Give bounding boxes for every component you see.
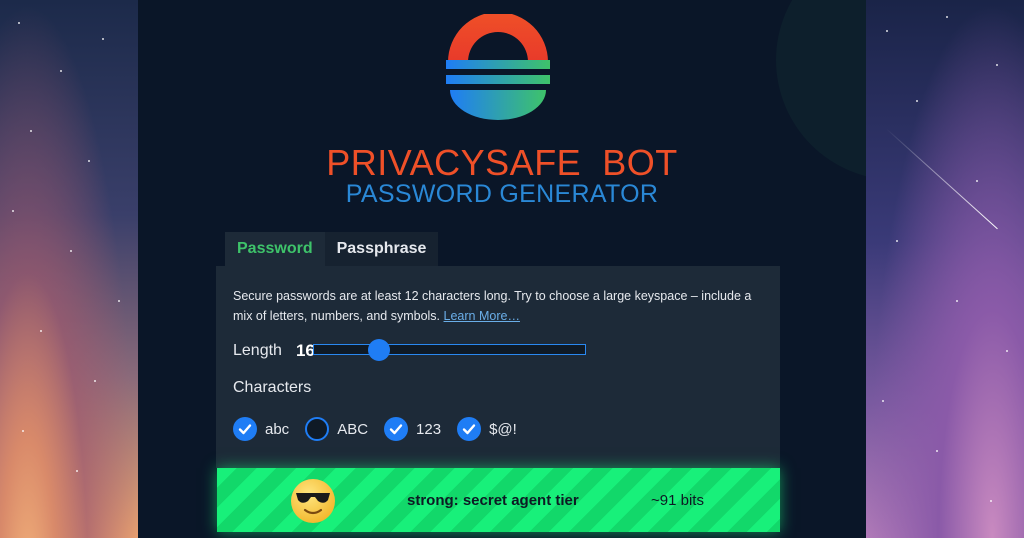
- brand-title: PRIVACYSAFE BOT: [326, 142, 678, 183]
- checkbox-numbers[interactable]: 123: [384, 417, 441, 441]
- strength-label: strong: secret agent tier: [407, 492, 579, 509]
- meteor-streak: [885, 128, 998, 230]
- mode-tabs: Password Passphrase: [225, 232, 439, 266]
- starry-background-right: [866, 0, 1024, 538]
- length-slider-thumb[interactable]: [368, 338, 391, 361]
- tab-passphrase[interactable]: Passphrase: [324, 232, 439, 266]
- checkbox-uppercase[interactable]: ABC: [305, 417, 368, 441]
- checkbox-symbols-box[interactable]: [457, 417, 482, 441]
- checkmark-icon: [462, 424, 476, 435]
- tab-password[interactable]: Password: [225, 232, 325, 266]
- length-row: Length 16: [233, 340, 318, 362]
- checkmark-icon: [238, 424, 252, 435]
- strength-indicator: strong: secret agent tier ~91 bits: [217, 468, 780, 532]
- checkbox-symbols-label: $@!: [489, 420, 517, 438]
- strength-bits: ~91 bits: [651, 492, 704, 509]
- checkbox-uppercase-box[interactable]: [305, 417, 330, 441]
- checkbox-numbers-label: 123: [416, 420, 442, 438]
- checkbox-symbols[interactable]: $@!: [457, 417, 517, 441]
- length-slider[interactable]: [313, 338, 586, 361]
- privacysafe-logo: [446, 14, 550, 120]
- checkbox-numbers-box[interactable]: [384, 417, 409, 441]
- main-panel: PRIVACYSAFE BOT PASSWORD GENERATOR Passw…: [138, 0, 866, 538]
- description: Secure passwords are at least 12 charact…: [233, 286, 763, 326]
- checkbox-lowercase[interactable]: abc: [233, 417, 289, 441]
- learn-more-link[interactable]: Learn More…: [444, 309, 520, 323]
- characters-label: Characters: [233, 379, 312, 396]
- starry-background-left: [0, 0, 140, 538]
- generator-card: Secure passwords are at least 12 charact…: [216, 266, 780, 468]
- checkbox-lowercase-box[interactable]: [233, 417, 257, 441]
- checkmark-icon: [389, 424, 403, 435]
- checkbox-lowercase-label: abc: [265, 420, 290, 438]
- brand-subtitle: PASSWORD GENERATOR: [345, 180, 659, 208]
- length-label: Length: [233, 342, 282, 359]
- character-options: abc ABC 123 $@!: [233, 417, 533, 441]
- checkbox-uppercase-label: ABC: [337, 420, 369, 438]
- sunglasses-face-icon: [291, 479, 335, 523]
